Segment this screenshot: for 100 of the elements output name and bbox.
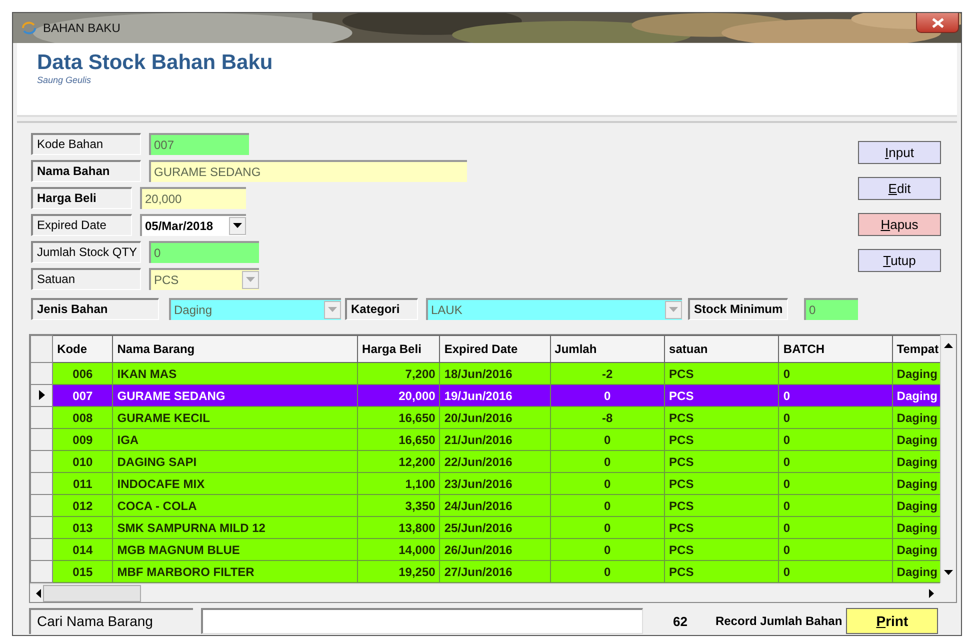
table-cell: 006 [52,362,113,385]
column-header[interactable]: Kode [52,336,113,363]
table-cell: 21/Jun/2016 [440,428,550,451]
search-field[interactable] [201,608,643,634]
dropdown-field[interactable]: Daging [169,298,341,320]
field-label: Expired Date [31,214,132,236]
window-title: BAHAN BAKU [43,20,120,35]
scroll-down-icon[interactable] [944,570,953,576]
form-title: Data Stock Bahan Baku [37,50,274,75]
column-header[interactable]: BATCH [778,336,892,363]
table-cell: 010 [52,450,113,473]
table-cell: 013 [52,516,113,539]
table-cell: 014 [52,538,113,561]
table-cell: 015 [52,560,113,583]
table-cell: PCS [664,560,779,583]
table-cell: MGB MAGNUM BLUE [112,538,358,561]
table-cell: -2 [550,362,665,385]
table-cell: 27/Jun/2016 [440,560,550,583]
table-cell: 0 [778,472,892,495]
dropdown-field[interactable]: LAUK [426,298,682,320]
table-cell: 0 [778,428,892,451]
field-label: Kategori [345,298,418,320]
table-cell: Daging [892,494,940,517]
column-header[interactable]: Harga Beli [358,336,440,363]
action-button[interactable]: Hapus [858,212,941,236]
table-cell: -8 [550,406,665,429]
scroll-thumb[interactable] [43,584,141,602]
dropdown-field[interactable]: PCS [149,268,259,290]
field-label: Stock Minimum [688,298,788,320]
scroll-up-icon[interactable] [944,343,953,348]
table-cell: Daging [892,472,940,495]
table-cell: 0 [550,560,665,583]
input-field[interactable]: 0 [149,240,259,263]
field-label: Harga Beli [31,186,132,209]
column-header[interactable]: Jumlah [550,336,665,363]
table-cell: PCS [664,362,779,385]
table-cell: 0 [778,450,892,473]
input-field[interactable]: 007 [149,132,249,155]
table-cell: PCS [664,494,779,517]
table-cell: Daging [892,406,940,429]
caret-icon [233,223,242,228]
column-header[interactable]: Tempat [892,336,940,363]
table-cell: Daging [892,516,940,539]
action-button[interactable]: Tutup [858,248,941,272]
table-cell: 0 [778,538,892,561]
table-cell: 7,200 [358,362,440,385]
table-cell: 007 [52,384,113,407]
horizontal-scrollbar[interactable] [30,583,940,602]
table-cell: 20/Jun/2016 [440,406,550,429]
table-cell: Daging [892,428,940,451]
print-button[interactable]: Print [846,608,938,634]
table-cell: 1,100 [358,472,440,495]
table-cell: 19/Jun/2016 [440,384,550,407]
table-cell: 20,000 [358,384,440,407]
table-cell: Daging [892,384,940,407]
table-cell: 009 [52,428,113,451]
table-cell: 14,000 [358,538,440,561]
scroll-right-icon[interactable] [929,588,934,598]
table-cell: 012 [52,494,113,517]
table-cell: PCS [664,428,779,451]
table-cell: 22/Jun/2016 [440,450,550,473]
column-header[interactable]: satuan [664,336,779,363]
action-button[interactable]: Input [858,140,941,164]
column-header[interactable]: Expired Date [440,336,550,363]
caret-icon [328,307,337,312]
corner-header[interactable] [30,336,53,363]
table-cell: GURAME KECIL [112,406,358,429]
input-field[interactable]: GURAME SEDANG [149,160,467,182]
table-cell: SMK SAMPURNA MILD 12 [112,516,358,539]
search-label: Cari Nama Barang [29,608,193,634]
close-button[interactable] [916,13,959,33]
table-cell: 0 [550,494,665,517]
table-cell: 0 [550,450,665,473]
column-header[interactable]: Nama Barang [112,336,358,363]
table-cell: 0 [778,560,892,583]
table-cell: 26/Jun/2016 [440,538,550,561]
table-cell: PCS [664,472,779,495]
input-field[interactable]: 0 [804,298,858,320]
table-cell: 0 [778,494,892,517]
field-label: Jumlah Stock QTY [31,240,141,263]
field-label: Kode Bahan [31,132,141,155]
refresh-icon [21,20,37,35]
row-header[interactable] [30,384,53,407]
dropdown-field[interactable]: 05/Mar/2018 [140,214,246,236]
input-field[interactable]: 20,000 [140,186,246,209]
vertical-scrollbar[interactable] [940,335,956,584]
action-button[interactable]: Edit [858,176,941,200]
caret-icon [246,277,255,282]
table-cell: 0 [778,406,892,429]
table-cell: 23/Jun/2016 [440,472,550,495]
field-label: Nama Bahan [31,160,141,182]
table-cell: DAGING SAPI [112,450,358,473]
record-count-label: Record Jumlah Bahan [715,614,842,628]
table-cell: 0 [778,516,892,539]
table-cell: 0 [778,384,892,407]
form-subtitle: Saung Geulis [37,74,92,85]
field-label: Jenis Bahan [31,298,159,320]
table-cell: 0 [550,538,665,561]
table-cell: Daging [892,560,940,583]
scroll-left-icon[interactable] [36,588,41,598]
